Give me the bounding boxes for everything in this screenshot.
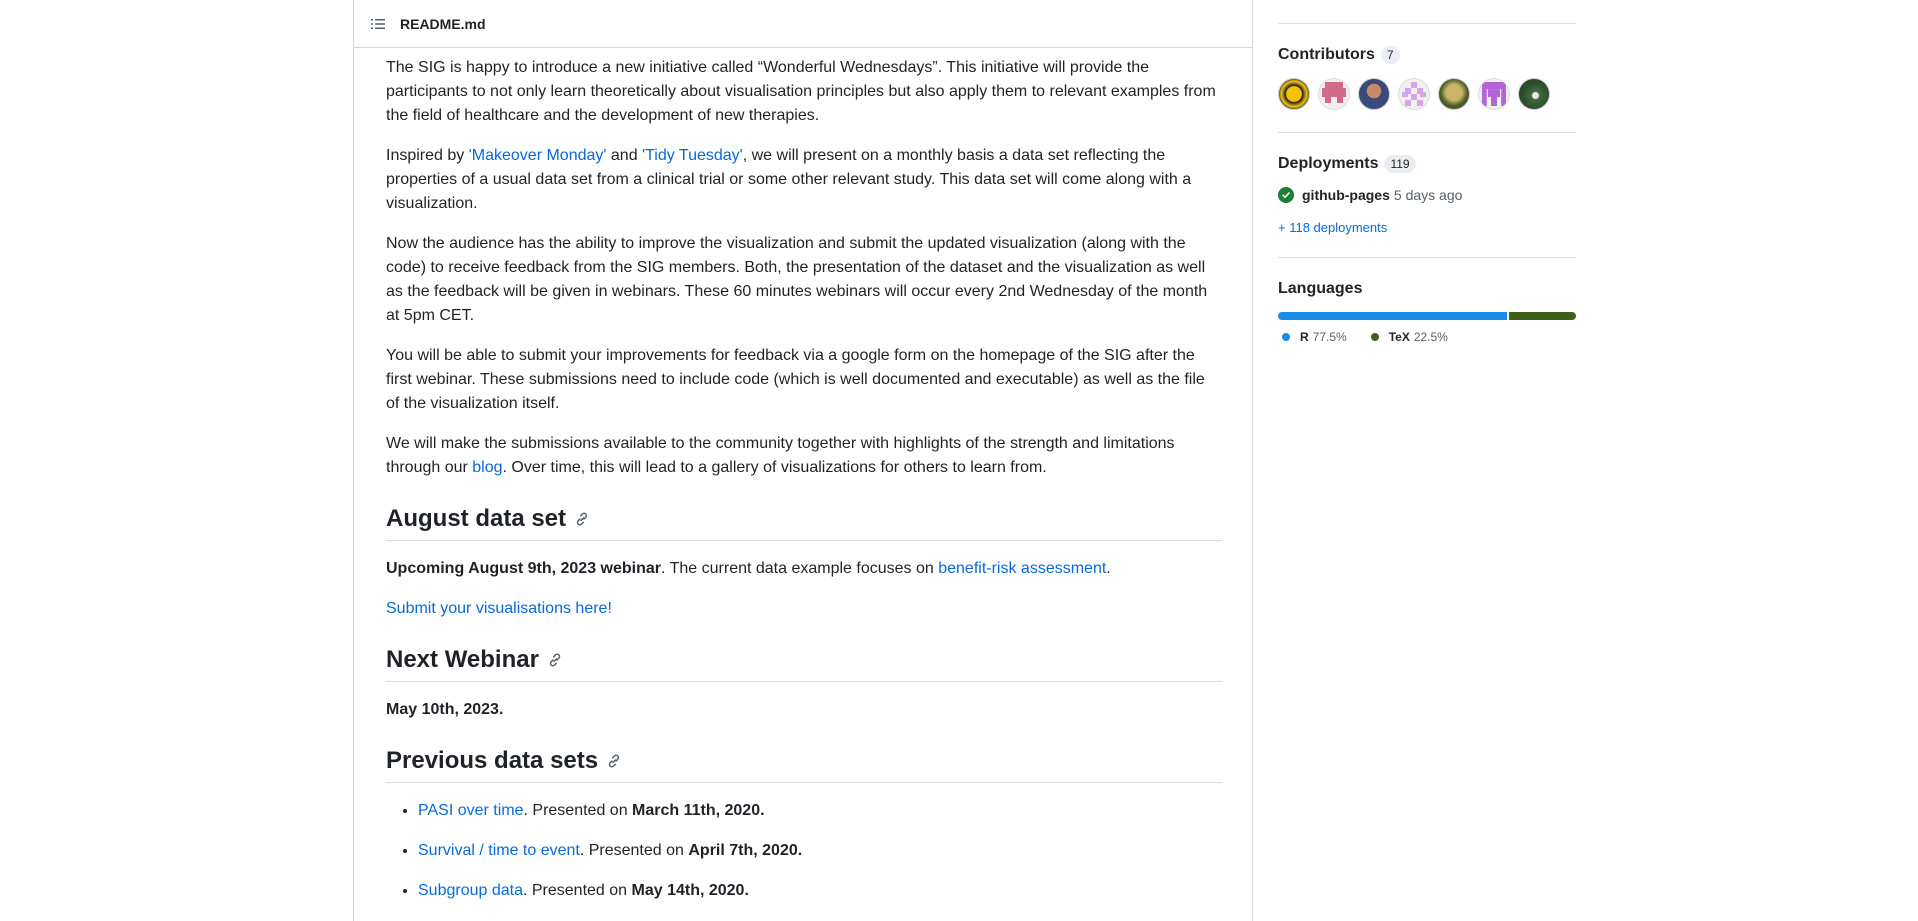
link-icon[interactable] [547,652,563,668]
previous-list: PASI over time. Presented on March 11th,… [386,799,1222,903]
check-circle-icon [1278,187,1294,203]
deployments-heading: Deployments 119 [1278,155,1576,173]
august-heading-text: August data set [386,505,567,532]
languages-heading: Languages [1278,280,1576,298]
submit-visualisations-link[interactable]: Submit your visualisations here! [386,600,612,617]
link-icon[interactable] [574,511,590,527]
language-dot [1282,333,1290,341]
languages-section: Languages R 77.5% TeX 22.5% [1278,258,1576,366]
contributors-count: 7 [1380,46,1400,64]
sidebar-divider [1278,0,1576,24]
deployment-row: github-pages 5 days ago [1278,187,1576,203]
submit-link-paragraph: Submit your visualisations here! [386,597,1222,621]
contributors-title[interactable]: Contributors [1278,46,1375,64]
presented-on-text: . Presented on [523,802,633,819]
more-deployments-link[interactable]: + 118 deployments [1278,220,1387,235]
avatar[interactable] [1438,78,1470,110]
blog-paragraph: We will make the submissions available t… [386,432,1222,480]
benefit-risk-link[interactable]: benefit-risk assessment [938,560,1106,577]
previous-item-link[interactable]: Subgroup data [418,882,523,899]
deployments-section: Deployments 119 github-pages 5 days ago +… [1278,133,1576,258]
language-bar [1278,312,1576,320]
inspired-text: Inspired by [386,147,469,164]
avatar[interactable] [1358,78,1390,110]
language-percent: 77.5% [1312,330,1347,344]
previous-item-link[interactable]: PASI over time [418,802,524,819]
audience-paragraph: Now the audience has the ability to impr… [386,235,1208,324]
presented-on-text: . Presented on [522,882,632,899]
language-dot [1370,333,1379,341]
previous-heading: Previous data sets [386,746,1222,783]
avatar[interactable] [1318,78,1350,110]
next-webinar-date-text: May 10th, 2023. [386,701,504,718]
next-webinar-heading: Next Webinar [386,645,1222,682]
previous-item-date: May 14th, 2020. [631,882,749,899]
contributors-section: Contributors 7 [1278,24,1576,133]
language-name: R [1300,330,1309,344]
avatar[interactable] [1398,78,1430,110]
august-heading: August data set [386,504,1222,541]
languages-title: Languages [1278,280,1363,297]
tidy-tuesday-link[interactable]: 'Tidy Tuesday' [642,147,743,164]
inspired-paragraph: Inspired by 'Makeover Monday' and 'Tidy … [386,144,1222,216]
next-webinar-heading-text: Next Webinar [386,646,539,673]
language-bar-segment-tex [1509,312,1576,320]
august-strong: Upcoming August 9th, 2023 webinar [386,560,662,577]
intro-paragraph: The SIG is happy to introduce a new init… [386,59,1216,124]
language-item-tex[interactable]: TeX 22.5% [1367,330,1448,344]
list-item: PASI over time. Presented on March 11th,… [418,799,1222,823]
makeover-monday-link[interactable]: 'Makeover Monday' [469,147,607,164]
blog-rest-text: . Over time, this will lead to a gallery… [502,459,1047,476]
language-item-r[interactable]: R 77.5% [1278,330,1347,344]
readme-header: README.md [354,0,1252,48]
deployments-count: 119 [1384,155,1416,173]
readme-title[interactable]: README.md [400,16,486,32]
avatar[interactable] [1278,78,1310,110]
list-icon[interactable] [370,16,386,32]
august-end: . [1106,560,1111,577]
deployment-env-link[interactable]: github-pages [1302,187,1390,203]
language-name: TeX [1388,330,1410,344]
language-percent: 22.5% [1413,330,1448,344]
readme-panel: README.md The SIG is happy to introduce … [353,0,1253,921]
deployments-title[interactable]: Deployments [1278,155,1378,173]
contributors-heading: Contributors 7 [1278,46,1576,64]
presented-on-text: . Presented on [579,842,689,859]
august-paragraph: Upcoming August 9th, 2023 webinar. The c… [386,557,1222,581]
previous-item-date: April 7th, 2020. [688,842,803,859]
list-item: Subgroup data. Presented on May 14th, 20… [418,879,1222,903]
previous-heading-text: Previous data sets [386,747,599,774]
list-item: Survival / time to event. Presented on A… [418,839,1222,863]
language-bar-segment-r [1278,312,1508,320]
august-text: . The current data example focuses on [661,560,939,577]
readme-article: The SIG is happy to introduce a new init… [354,48,1254,903]
previous-item-date: March 11th, 2020. [632,802,765,819]
previous-item-link[interactable]: Survival / time to event [418,842,580,859]
submit-paragraph: You will be able to submit your improvem… [386,347,1205,412]
next-webinar-date: May 10th, 2023. [386,698,1222,722]
avatar[interactable] [1478,78,1510,110]
inspired-and-text: and [606,147,643,164]
repo-sidebar: Contributors 7 Deployments 119 github-page… [1278,0,1576,366]
contributors-avatars [1278,78,1576,110]
avatar[interactable] [1518,78,1550,110]
link-icon[interactable] [606,753,622,769]
deployment-time: 5 days ago [1393,187,1463,203]
blog-link[interactable]: blog [472,459,502,476]
language-list: R 77.5% TeX 22.5% [1278,330,1576,344]
